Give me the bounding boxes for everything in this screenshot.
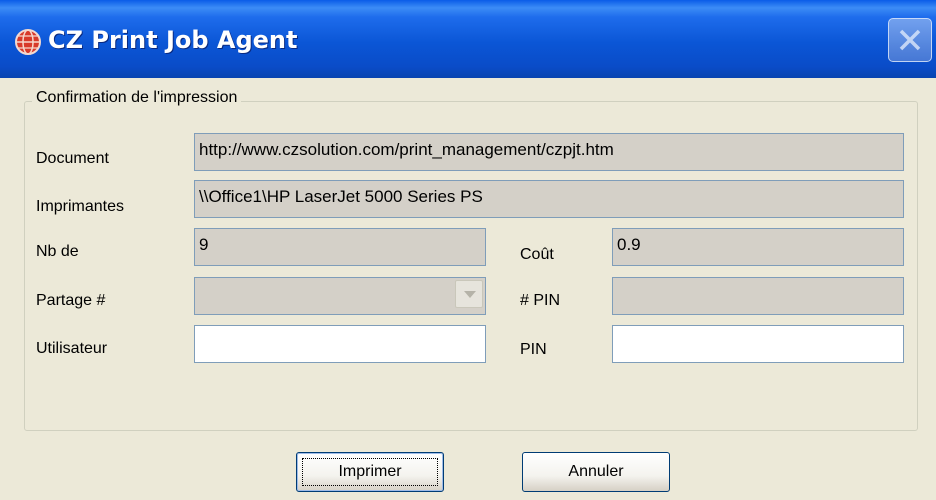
close-icon [899,29,921,51]
cost-label: Coût [520,246,554,263]
print-button[interactable]: Imprimer [296,452,444,492]
user-label: Utilisateur [36,340,108,357]
cost-field: 0.9 [612,228,904,266]
document-label: Document [36,150,109,167]
share-select[interactable] [194,277,486,315]
printer-label: Imprimantes [36,198,125,215]
cancel-button[interactable]: Annuler [522,452,670,492]
close-button[interactable] [888,18,932,62]
pin-number-field [612,277,904,315]
globe-icon [15,29,41,55]
chevron-down-icon [464,291,476,298]
title-bar[interactable]: CZ Print Job Agent [0,0,936,78]
pin-number-label: # PIN [520,292,561,309]
pin-label: PIN [520,341,547,358]
user-input[interactable] [194,325,486,363]
document-field: http://www.czsolution.com/print_manageme… [194,133,904,171]
window-title: CZ Print Job Agent [48,26,298,54]
cancel-button-label: Annuler [568,463,624,480]
share-dropdown-button[interactable] [455,280,483,308]
groupbox-legend: Confirmation de l'impression [32,89,242,107]
copies-label: Nb de [36,243,79,260]
copies-field: 9 [194,228,486,266]
printer-field: \\Office1\HP LaserJet 5000 Series PS [194,180,904,218]
print-button-label: Imprimer [338,463,402,480]
share-label: Partage # [36,292,106,309]
pin-input[interactable] [612,325,904,363]
print-job-dialog: CZ Print Job Agent Confirmation de l'imp… [0,0,936,500]
